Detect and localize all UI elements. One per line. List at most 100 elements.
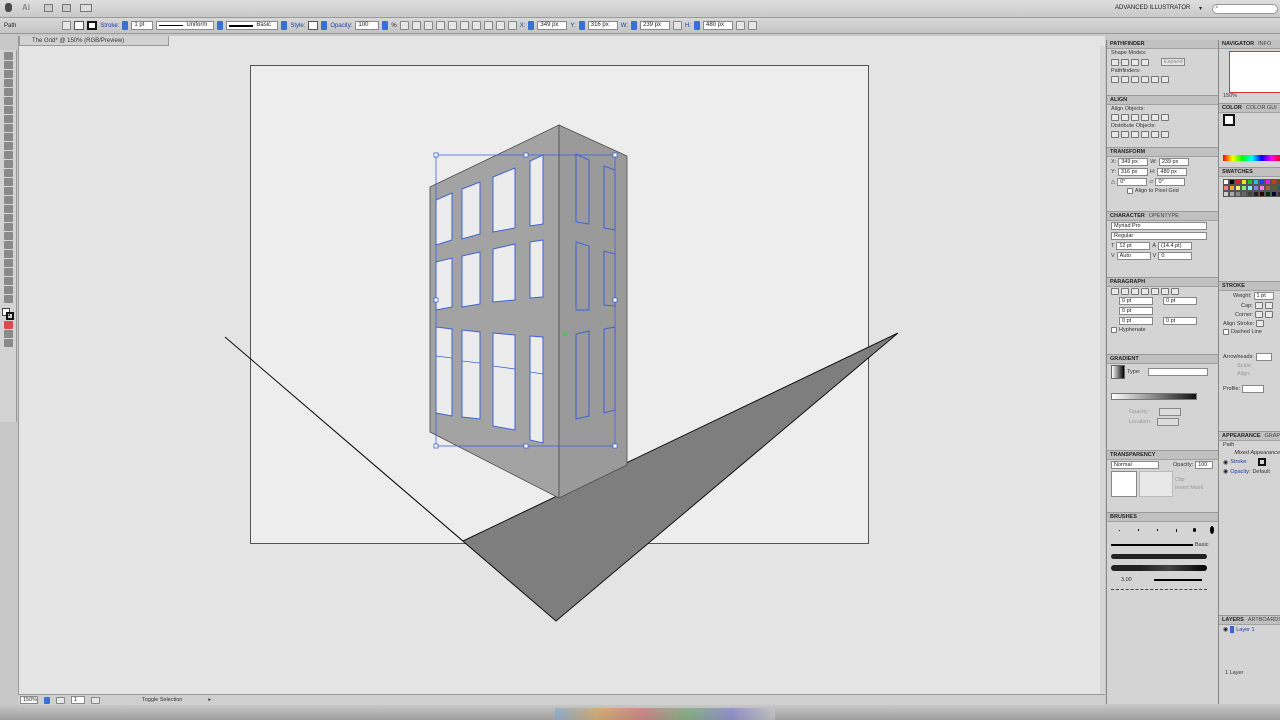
selection-tool-icon[interactable] [3, 52, 13, 60]
status-text[interactable]: Toggle Selection [142, 697, 182, 703]
align-stroke-center-icon[interactable] [1256, 320, 1265, 327]
opacity-field[interactable]: 100 [355, 21, 380, 30]
align-left-text-icon[interactable] [1111, 288, 1119, 295]
dist-top-icon[interactable] [1111, 131, 1119, 138]
gradient-opacity-field[interactable] [1159, 408, 1182, 416]
style-label[interactable]: Style: [290, 23, 305, 29]
dashed-line-checkbox[interactable] [1223, 329, 1229, 335]
space-after-field[interactable]: 0 pt [1163, 317, 1197, 325]
fill-swatch[interactable] [74, 21, 85, 30]
zoom-tool-icon[interactable] [3, 295, 13, 303]
transform-x-field[interactable]: 349 px [1118, 158, 1149, 166]
gradient-title[interactable]: GRADIENT [1107, 355, 1218, 364]
align-top-icon[interactable] [471, 21, 481, 30]
stroke-weight-spinner[interactable] [122, 21, 129, 30]
first-line-indent-field[interactable]: 0 pt [1119, 307, 1153, 315]
minus-back-icon[interactable] [1161, 76, 1169, 83]
divide-icon[interactable] [1111, 76, 1119, 83]
h-spinner[interactable] [693, 21, 700, 30]
shape-builder-tool-icon[interactable] [3, 196, 13, 204]
align-center-icon[interactable] [447, 21, 457, 30]
next-artboard-icon[interactable] [91, 696, 100, 704]
layers-title[interactable]: LAYERS ARTBOARDS [1219, 616, 1280, 625]
layer-1-name[interactable]: Layer 1 [1236, 627, 1254, 633]
draw-mode-icon[interactable] [3, 330, 13, 338]
butt-cap-icon[interactable] [1254, 302, 1263, 309]
brush-dot-1-icon[interactable] [1119, 529, 1120, 531]
column-graph-tool-icon[interactable] [3, 259, 13, 267]
stroke-profile-arrow-icon[interactable] [217, 21, 224, 30]
stroke-swatch[interactable] [87, 21, 98, 30]
appearance-opacity-label[interactable]: Opacity: [1230, 469, 1250, 475]
v-align-top-icon[interactable] [1141, 114, 1149, 121]
isolate-icon[interactable] [423, 21, 433, 30]
zoom-field[interactable]: 150% [20, 696, 38, 704]
color-spectrum[interactable] [1223, 155, 1280, 161]
brushes-title[interactable]: BRUSHES [1107, 513, 1218, 522]
blend-tool-icon[interactable] [3, 241, 13, 249]
w-field[interactable]: 239 px [639, 21, 670, 30]
brush-dot-5-icon[interactable] [1193, 528, 1196, 532]
mask-thumbnail[interactable] [1139, 471, 1173, 497]
unite-icon[interactable] [1111, 58, 1119, 66]
transform-icon[interactable] [735, 21, 745, 30]
brush-dropdown[interactable]: Basic [226, 21, 279, 30]
gradient-swatch[interactable] [1111, 365, 1125, 379]
align-title[interactable]: ALIGN [1107, 96, 1218, 105]
screen-mode-tool-icon[interactable] [3, 339, 13, 347]
left-indent-field[interactable]: 0 pt [1119, 297, 1153, 305]
profile-field[interactable] [1242, 385, 1265, 393]
crop-icon[interactable] [1141, 76, 1149, 83]
brush-dot-3-icon[interactable] [1156, 529, 1158, 531]
free-transform-tool-icon[interactable] [3, 187, 13, 195]
artboard-field[interactable]: 1 [71, 696, 85, 704]
pathfinder-title[interactable]: PATHFINDER [1107, 40, 1218, 49]
align-bottom-icon[interactable] [495, 21, 505, 30]
lasso-tool-icon[interactable] [3, 79, 13, 87]
trim-icon[interactable] [1121, 76, 1129, 83]
style-arrow-icon[interactable] [321, 21, 328, 30]
stroke-title[interactable]: STROKE [1219, 282, 1280, 291]
constrain-proportions-icon[interactable] [672, 21, 682, 30]
align-center-text-icon[interactable] [1121, 288, 1129, 295]
eraser-tool-icon[interactable] [3, 151, 13, 159]
x-field[interactable]: 349 px [537, 21, 568, 30]
navigator-preview[interactable] [1229, 51, 1280, 93]
workspace-arrow-icon[interactable]: ▾ [1199, 5, 1202, 12]
rotate-tool-icon[interactable] [3, 160, 13, 168]
exclude-icon[interactable] [1141, 58, 1149, 66]
weight-field[interactable]: 1 pt [1253, 292, 1274, 300]
y-field[interactable]: 316 px [587, 21, 618, 30]
pattern-brush-stroke[interactable] [1111, 589, 1207, 590]
direct-selection-tool-icon[interactable] [3, 61, 13, 69]
navigator-zoom[interactable]: 150% [1223, 93, 1280, 99]
w-spinner[interactable] [630, 21, 637, 30]
expand-button[interactable]: Expand [1161, 58, 1185, 66]
v-align-bottom-icon[interactable] [1161, 114, 1169, 121]
hyphenate-checkbox[interactable] [1111, 327, 1117, 333]
justify-left-icon[interactable] [1141, 288, 1149, 295]
tracking-field[interactable]: 0 [1158, 252, 1193, 260]
transform-w-field[interactable]: 239 px [1158, 158, 1189, 166]
object-thumbnail[interactable] [1111, 471, 1137, 497]
h-align-center-icon[interactable] [1121, 114, 1129, 121]
miter-join-icon[interactable] [1255, 311, 1264, 318]
artboard-tool-icon[interactable] [3, 268, 13, 276]
font-style-field[interactable]: Regular [1111, 232, 1207, 240]
stroke-profile-dropdown[interactable]: Uniform [156, 21, 215, 30]
space-before-field[interactable]: 0 pt [1119, 317, 1153, 325]
workspace-switcher[interactable]: ADVANCED ILLUSTRATOR [1115, 5, 1190, 11]
calligraphic-brush-stroke[interactable] [1153, 579, 1202, 581]
align-left-icon[interactable] [435, 21, 445, 30]
opacity-visibility-icon[interactable]: ◉ [1223, 468, 1228, 475]
art-brush-stroke[interactable] [1111, 565, 1207, 571]
pencil-tool-icon[interactable] [3, 133, 13, 141]
rectangle-tool-icon[interactable] [3, 115, 13, 123]
artboards-tab[interactable]: ARTBOARDS [1248, 616, 1280, 624]
eyedropper-tool-icon[interactable] [3, 232, 13, 240]
graphic-styles-tab[interactable]: GRAPHIC [1265, 432, 1280, 440]
right-indent-field[interactable]: 0 pt [1163, 297, 1197, 305]
justify-all-icon[interactable] [1171, 288, 1179, 295]
blob-brush-tool-icon[interactable] [3, 142, 13, 150]
width-tool-icon[interactable] [3, 178, 13, 186]
